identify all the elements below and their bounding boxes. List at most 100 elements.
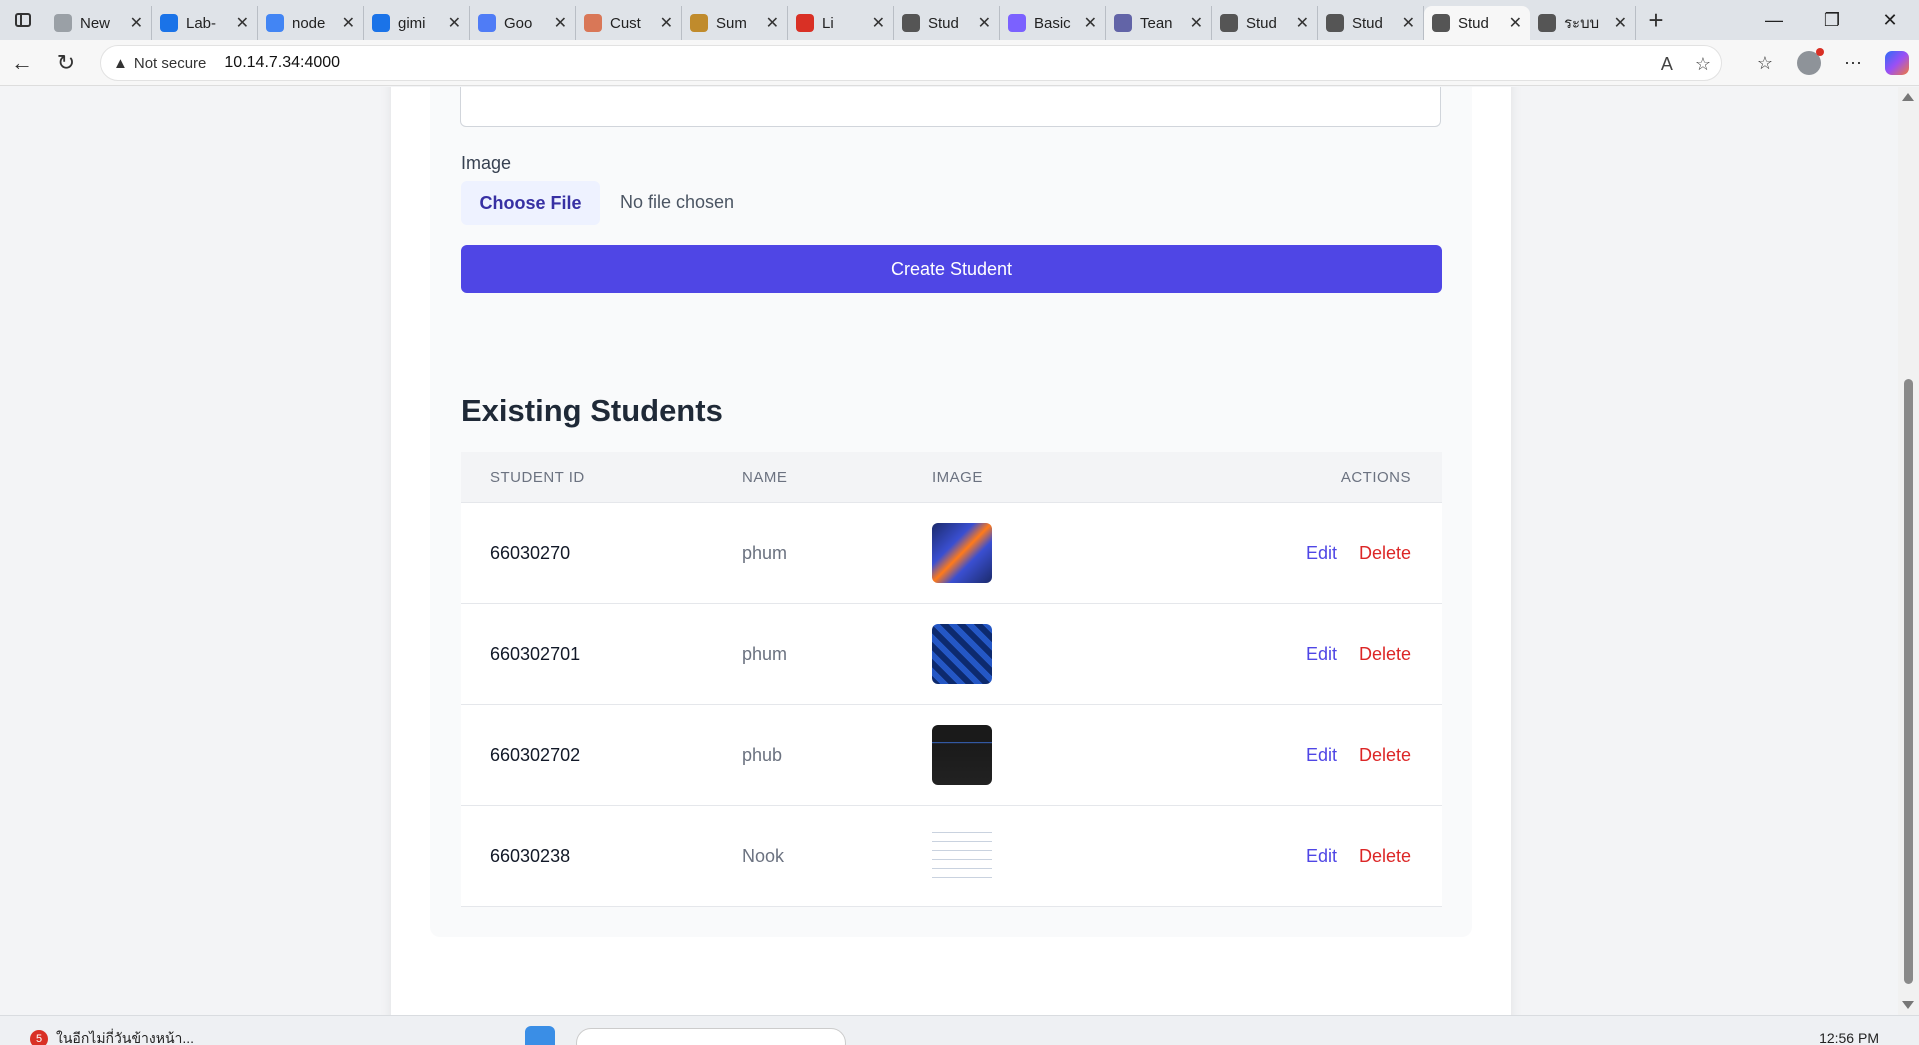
scroll-down-arrow-icon[interactable] [1902,1001,1914,1009]
browser-tab-bar: New ✕ Lab- ✕ node ✕ gimi ✕ Goo ✕ Cust ✕ Sum ✕ Li ✕ Stud ✕… [0,0,1919,40]
sidebar-icon [15,13,31,27]
tab-favicon-icon [690,14,708,32]
address-bar[interactable]: ▲ Not secure 10.14.7.34:4000 A ☆ [100,45,1722,81]
tab-favicon-icon [1538,14,1556,32]
delete-link[interactable]: Delete [1359,644,1411,664]
tab-close-icon[interactable]: ✕ [660,13,673,33]
edit-link[interactable]: Edit [1306,543,1337,563]
read-aloud-icon[interactable]: A [1661,54,1673,75]
browser-tab[interactable]: ระบบ ✕ [1530,6,1636,40]
close-window-button[interactable]: ✕ [1861,0,1919,40]
tab-favicon-icon [1326,14,1344,32]
tab-title: Li [822,14,834,32]
tab-close-icon[interactable]: ✕ [130,13,143,33]
url-text[interactable]: 10.14.7.34:4000 [224,54,340,72]
copilot-icon[interactable] [1885,51,1909,75]
tab-close-icon[interactable]: ✕ [1084,13,1097,33]
browser-tab[interactable]: Tean ✕ [1106,6,1212,40]
more-menu-icon[interactable]: ⋯ [1831,40,1875,86]
column-header-actions: ACTIONS [1340,468,1411,486]
page-viewport: Image Choose File No file chosen Create … [0,87,1898,1015]
taskbar-search[interactable] [576,1028,846,1045]
tab-close-icon[interactable]: ✕ [1509,13,1522,33]
taskbar-clock: 12:56 PM [1819,1030,1879,1045]
tab-close-icon[interactable]: ✕ [1296,13,1309,33]
browser-tab[interactable]: Cust ✕ [576,6,682,40]
edit-link[interactable]: Edit [1306,745,1337,765]
browser-tab[interactable]: Lab- ✕ [152,6,258,40]
minimize-button[interactable]: — [1745,0,1803,40]
tab-close-icon[interactable]: ✕ [554,13,567,33]
tab-title: New [80,14,111,32]
student-name-cell: phub [742,744,783,765]
tab-title: ระบบ [1564,15,1600,32]
favorite-star-icon[interactable]: ☆ [1695,54,1711,75]
student-id-cell: 66030270 [490,542,571,563]
window-controls: — ❐ ✕ [1745,0,1919,40]
student-image-cell [932,725,1182,785]
student-thumbnail[interactable] [932,624,992,684]
browser-tab[interactable]: node ✕ [258,6,364,40]
start-icon[interactable] [525,1026,555,1045]
delete-link[interactable]: Delete [1359,543,1411,563]
student-thumbnail[interactable] [932,725,992,785]
students-table: STUDENT ID NAME IMAGE ACTIONS 66030270 ph… [461,452,1442,907]
browser-tab[interactable]: Basic ✕ [1000,6,1106,40]
browser-tab[interactable]: Goo ✕ [470,6,576,40]
table-row: 66030238 Nook Edit Delete [461,806,1442,907]
choose-file-button[interactable]: Choose File [461,181,600,225]
back-button[interactable]: ← [0,40,44,86]
tab-title: gimi [398,14,426,32]
tab-close-icon[interactable]: ✕ [1614,13,1627,33]
scrollbar-thumb[interactable] [1904,379,1913,984]
form-text-field[interactable] [460,87,1441,127]
browser-tab[interactable]: Stud ✕ [1318,6,1424,40]
taskbar-apps [525,1026,555,1045]
new-tab-button[interactable]: + [1636,0,1676,40]
refresh-button[interactable]: ↻ [44,40,88,86]
edit-link[interactable]: Edit [1306,644,1337,664]
student-thumbnail[interactable] [932,523,992,583]
browser-tab[interactable]: Li ✕ [788,6,894,40]
section-title: Existing Students [461,393,723,428]
profile-avatar[interactable] [1797,48,1824,75]
tab-close-icon[interactable]: ✕ [872,13,885,33]
tab-close-icon[interactable]: ✕ [342,13,355,33]
page-scrollbar[interactable] [1898,87,1919,1015]
taskbar-notification[interactable]: 5 ในอีกไม่กี่วันข้างหน้า... [30,1028,194,1045]
tab-close-icon[interactable]: ✕ [1190,13,1203,33]
delete-link[interactable]: Delete [1359,745,1411,765]
tab-favicon-icon [54,14,72,32]
browser-tab[interactable]: Stud ✕ [1424,6,1530,40]
security-indicator[interactable]: Not secure [134,55,207,72]
tab-title: Goo [504,14,533,32]
restore-button[interactable]: ❐ [1803,0,1861,40]
tab-favicon-icon [796,14,814,32]
browser-tab[interactable]: Stud ✕ [1212,6,1318,40]
actions-cell: Edit Delete [1182,644,1442,665]
notification-text: ในอีกไม่กี่วันข้างหน้า... [56,1030,195,1045]
column-header-student-id: STUDENT ID [490,468,585,486]
browser-tab[interactable]: Stud ✕ [894,6,1000,40]
tab-close-icon[interactable]: ✕ [1402,13,1415,33]
student-thumbnail[interactable] [932,826,992,886]
tab-close-icon[interactable]: ✕ [448,13,461,33]
browser-tab[interactable]: New ✕ [46,6,152,40]
scroll-up-arrow-icon[interactable] [1902,93,1914,101]
browser-tab[interactable]: Sum ✕ [682,6,788,40]
delete-link[interactable]: Delete [1359,846,1411,866]
student-id-cell: 660302702 [490,744,581,765]
tab-close-icon[interactable]: ✕ [236,13,249,33]
tab-actions-button[interactable] [0,0,46,40]
browser-toolbar: ☆ ⋯ [1743,40,1919,86]
column-header-image: IMAGE [932,468,983,486]
tab-favicon-icon [902,14,920,32]
create-student-button[interactable]: Create Student [461,245,1442,293]
edit-link[interactable]: Edit [1306,846,1337,866]
browser-tab[interactable]: gimi ✕ [364,6,470,40]
favorites-icon[interactable]: ☆ [1743,40,1787,86]
tab-favicon-icon [1432,14,1450,32]
tab-close-icon[interactable]: ✕ [766,13,779,33]
tab-close-icon[interactable]: ✕ [978,13,991,33]
student-id-cell: 660302701 [490,643,581,664]
